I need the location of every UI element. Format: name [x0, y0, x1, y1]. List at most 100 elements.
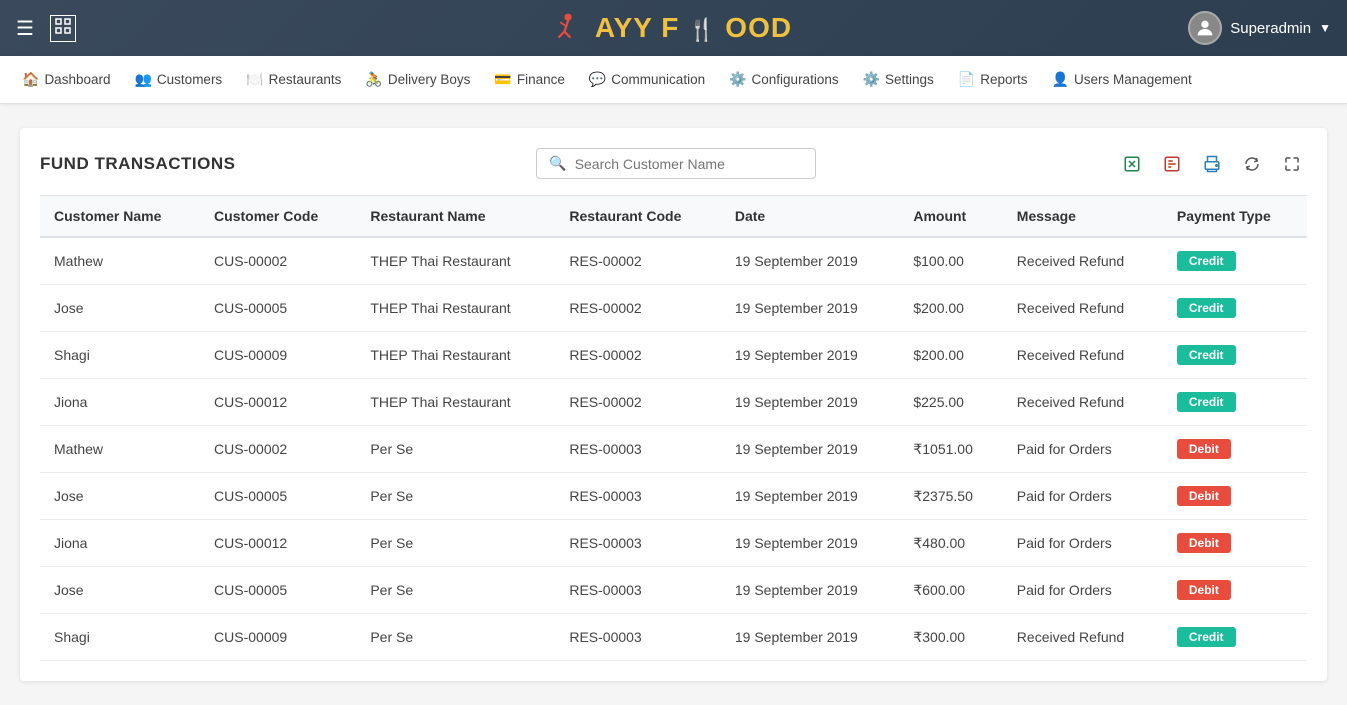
sidebar-item-label: Delivery Boys	[388, 72, 471, 87]
table-row: Mathew CUS-00002 THEP Thai Restaurant RE…	[40, 237, 1307, 285]
col-customer-name: Customer Name	[40, 196, 200, 238]
cell-payment-type: Credit	[1163, 237, 1307, 285]
cell-restaurant-code: RES-00002	[555, 379, 721, 426]
table-row: Mathew CUS-00002 Per Se RES-00003 19 Sep…	[40, 426, 1307, 473]
sidebar-item-settings[interactable]: ⚙️ Settings	[853, 63, 944, 96]
restaurants-icon: 🍽️	[246, 71, 263, 88]
payment-type-badge: Credit	[1177, 345, 1236, 365]
payment-type-badge: Debit	[1177, 533, 1231, 553]
cell-restaurant-name: Per Se	[356, 614, 555, 661]
cell-date: 19 September 2019	[721, 426, 899, 473]
cell-message: Received Refund	[1003, 379, 1163, 426]
sidebar-item-customers[interactable]: 👥 Customers	[124, 63, 232, 96]
logo: AYY F 🍴 OOD	[555, 10, 792, 46]
cell-customer-name: Mathew	[40, 237, 200, 285]
col-customer-code: Customer Code	[200, 196, 356, 238]
sidebar-item-communication[interactable]: 💬 Communication	[579, 63, 715, 96]
cell-date: 19 September 2019	[721, 520, 899, 567]
cell-restaurant-name: THEP Thai Restaurant	[356, 237, 555, 285]
export-excel-button[interactable]	[1117, 149, 1147, 179]
payment-type-badge: Credit	[1177, 251, 1236, 271]
sidebar-item-delivery-boys[interactable]: 🚴 Delivery Boys	[355, 63, 480, 96]
sidebar-item-restaurants[interactable]: 🍽️ Restaurants	[236, 63, 351, 96]
sidebar-item-dashboard[interactable]: 🏠 Dashboard	[12, 63, 120, 96]
cell-customer-name: Jose	[40, 567, 200, 614]
hamburger-menu-icon[interactable]: ☰	[16, 16, 34, 41]
cell-date: 19 September 2019	[721, 237, 899, 285]
cell-payment-type: Credit	[1163, 614, 1307, 661]
sidebar-item-label: Finance	[517, 72, 565, 87]
table-head: Customer Name Customer Code Restaurant N…	[40, 196, 1307, 238]
sidebar-item-configurations[interactable]: ⚙️ Configurations	[719, 63, 849, 96]
customers-icon: 👥	[134, 71, 151, 88]
cell-amount: $100.00	[899, 237, 1002, 285]
expand-button[interactable]	[1277, 149, 1307, 179]
sidebar-item-label: Configurations	[752, 72, 839, 87]
cell-date: 19 September 2019	[721, 614, 899, 661]
sidebar-item-finance[interactable]: 💳 Finance	[484, 63, 574, 96]
cell-payment-type: Credit	[1163, 285, 1307, 332]
logo-text: AYY F 🍴 OOD	[595, 12, 792, 44]
cell-amount: ₹2375.50	[899, 473, 1002, 520]
payment-type-badge: Debit	[1177, 486, 1231, 506]
col-message: Message	[1003, 196, 1163, 238]
page-title: FUND TRANSACTIONS	[40, 154, 236, 174]
configurations-icon: ⚙️	[729, 71, 746, 88]
cell-message: Paid for Orders	[1003, 567, 1163, 614]
sidebar-item-reports[interactable]: 📄 Reports	[948, 63, 1038, 96]
cell-restaurant-name: Per Se	[356, 426, 555, 473]
print-button[interactable]	[1197, 149, 1227, 179]
cell-message: Paid for Orders	[1003, 473, 1163, 520]
cell-message: Paid for Orders	[1003, 426, 1163, 473]
cell-customer-code: CUS-00005	[200, 285, 356, 332]
user-avatar-icon	[1194, 17, 1216, 39]
sidebar-item-label: Reports	[980, 72, 1027, 87]
cell-amount: $225.00	[899, 379, 1002, 426]
avatar	[1188, 11, 1222, 45]
maximize-icon[interactable]	[50, 15, 76, 42]
cell-customer-code: CUS-00012	[200, 379, 356, 426]
table-row: Jiona CUS-00012 THEP Thai Restaurant RES…	[40, 379, 1307, 426]
fund-transactions-card: FUND TRANSACTIONS 🔍	[20, 128, 1327, 681]
search-icon: 🔍	[549, 155, 566, 172]
sidebar-item-label: Restaurants	[269, 72, 342, 87]
reports-icon: 📄	[958, 71, 975, 88]
cell-payment-type: Debit	[1163, 426, 1307, 473]
table-row: Jose CUS-00005 Per Se RES-00003 19 Septe…	[40, 473, 1307, 520]
cell-customer-code: CUS-00009	[200, 614, 356, 661]
cell-customer-name: Jose	[40, 285, 200, 332]
table-row: Shagi CUS-00009 THEP Thai Restaurant RES…	[40, 332, 1307, 379]
cell-restaurant-code: RES-00003	[555, 614, 721, 661]
table-row: Shagi CUS-00009 Per Se RES-00003 19 Sept…	[40, 614, 1307, 661]
card-header: FUND TRANSACTIONS 🔍	[40, 148, 1307, 179]
header-left: ☰	[16, 15, 76, 42]
cell-date: 19 September 2019	[721, 285, 899, 332]
export-pdf-button[interactable]	[1157, 149, 1187, 179]
search-wrapper: 🔍	[536, 148, 816, 179]
payment-type-badge: Credit	[1177, 392, 1236, 412]
cell-customer-name: Jiona	[40, 379, 200, 426]
col-restaurant-code: Restaurant Code	[555, 196, 721, 238]
cell-restaurant-name: Per Se	[356, 473, 555, 520]
cell-date: 19 September 2019	[721, 379, 899, 426]
payment-type-badge: Credit	[1177, 298, 1236, 318]
search-input[interactable]	[575, 156, 804, 172]
sidebar-item-users-management[interactable]: 👤 Users Management	[1042, 63, 1202, 96]
logo-runner-icon	[555, 10, 591, 46]
cell-amount: $200.00	[899, 285, 1002, 332]
payment-type-badge: Debit	[1177, 580, 1231, 600]
cell-customer-name: Shagi	[40, 614, 200, 661]
col-payment-type: Payment Type	[1163, 196, 1307, 238]
delivery-boys-icon: 🚴	[365, 71, 382, 88]
table-row: Jiona CUS-00012 Per Se RES-00003 19 Sept…	[40, 520, 1307, 567]
sidebar-item-label: Dashboard	[44, 72, 110, 87]
user-menu[interactable]: Superadmin ▼	[1188, 11, 1331, 45]
navbar: 🏠 Dashboard 👥 Customers 🍽️ Restaurants 🚴…	[0, 56, 1347, 104]
refresh-button[interactable]	[1237, 149, 1267, 179]
cell-payment-type: Credit	[1163, 379, 1307, 426]
cell-message: Received Refund	[1003, 237, 1163, 285]
cell-restaurant-name: Per Se	[356, 520, 555, 567]
cell-message: Received Refund	[1003, 285, 1163, 332]
cell-amount: ₹300.00	[899, 614, 1002, 661]
cell-customer-name: Mathew	[40, 426, 200, 473]
